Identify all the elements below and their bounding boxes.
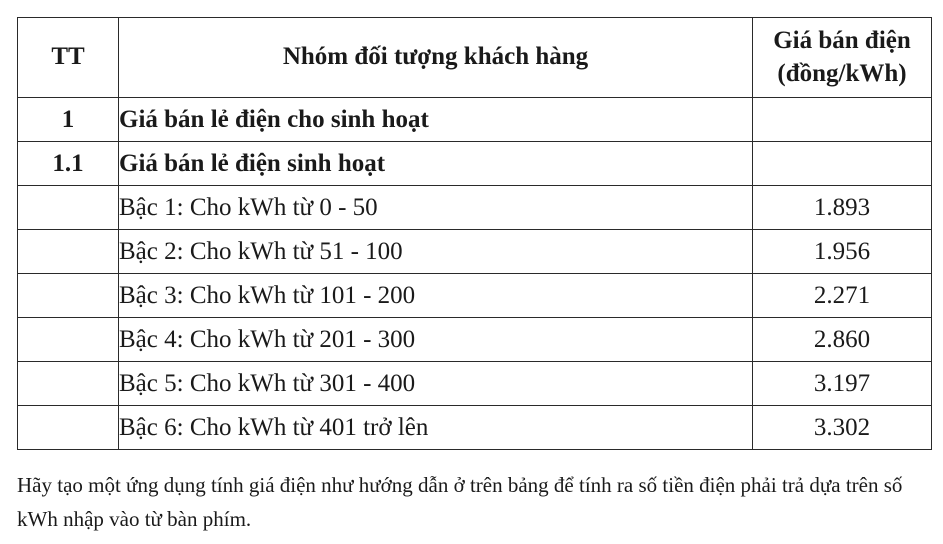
row-group: Bậc 3: Cho kWh từ 101 - 200: [118, 273, 753, 318]
row-group: Giá bán lẻ điện cho sinh hoạt: [118, 97, 753, 142]
row-tt: [17, 317, 119, 362]
table-row: 1 Giá bán lẻ điện cho sinh hoạt: [17, 97, 932, 142]
document-page: TT Nhóm đối tượng khách hàng Giá bán điệ…: [0, 0, 943, 544]
row-group: Bậc 1: Cho kWh từ 0 - 50: [118, 185, 753, 230]
row-price: [752, 141, 932, 186]
row-price: 3.197: [752, 361, 932, 406]
table-row: 1.1 Giá bán lẻ điện sinh hoạt: [17, 141, 932, 186]
row-tt: [17, 185, 119, 230]
table-row: Bậc 6: Cho kWh từ 401 trở lên 3.302: [17, 405, 932, 450]
row-tt: [17, 273, 119, 318]
row-price: 1.956: [752, 229, 932, 274]
row-group: Bậc 6: Cho kWh từ 401 trở lên: [118, 405, 753, 450]
row-group: Giá bán lẻ điện sinh hoạt: [118, 141, 753, 186]
table-row: Bậc 1: Cho kWh từ 0 - 50 1.893: [17, 185, 932, 230]
table-row: Bậc 2: Cho kWh từ 51 - 100 1.956: [17, 229, 932, 274]
electricity-price-table: TT Nhóm đối tượng khách hàng Giá bán điệ…: [17, 17, 932, 450]
row-price: 2.860: [752, 317, 932, 362]
table-header-row: TT Nhóm đối tượng khách hàng Giá bán điệ…: [17, 17, 932, 98]
row-price: 2.271: [752, 273, 932, 318]
header-customer-group: Nhóm đối tượng khách hàng: [118, 17, 753, 98]
header-price-label: Giá bán điện (đồng/kWh): [773, 27, 911, 87]
row-group: Bậc 4: Cho kWh từ 201 - 300: [118, 317, 753, 362]
row-price: 3.302: [752, 405, 932, 450]
task-instruction-text: Hãy tạo một ứng dụng tính giá điện như h…: [17, 473, 903, 531]
row-price: [752, 97, 932, 142]
row-price: 1.893: [752, 185, 932, 230]
row-group: Bậc 5: Cho kWh từ 301 - 400: [118, 361, 753, 406]
row-tt: [17, 361, 119, 406]
row-tt: [17, 405, 119, 450]
row-group: Bậc 2: Cho kWh từ 51 - 100: [118, 229, 753, 274]
table-row: Bậc 3: Cho kWh từ 101 - 200 2.271: [17, 273, 932, 318]
row-tt: 1.1: [17, 141, 119, 186]
header-price: Giá bán điện (đồng/kWh): [752, 17, 932, 98]
table-row: Bậc 5: Cho kWh từ 301 - 400 3.197: [17, 361, 932, 406]
table-row: Bậc 4: Cho kWh từ 201 - 300 2.860: [17, 317, 932, 362]
row-tt: [17, 229, 119, 274]
row-tt: 1: [17, 97, 119, 142]
header-tt: TT: [17, 17, 119, 98]
